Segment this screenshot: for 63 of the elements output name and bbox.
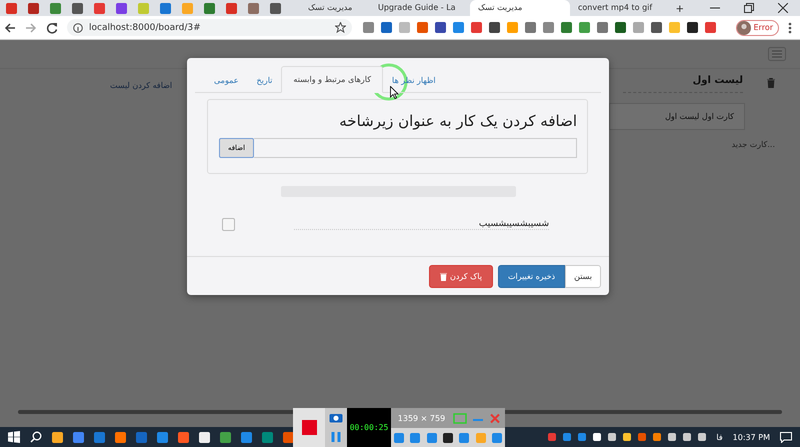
tab-favicon-icon[interactable] (6, 2, 17, 14)
browser-tab[interactable]: convert mp4 to gif (570, 0, 670, 16)
checkbox[interactable] (222, 218, 235, 231)
forward-icon[interactable] (25, 22, 37, 34)
recording-timer: 00:00:25 (347, 408, 391, 447)
back-icon[interactable] (4, 22, 16, 34)
dialog-button[interactable]: پاک کردن (428, 264, 493, 288)
dialog-button[interactable]: بستن (565, 264, 601, 288)
camera-icon[interactable] (329, 412, 343, 423)
cursor-icon (390, 86, 399, 99)
tab-favicon-icon[interactable] (72, 2, 83, 14)
tab-favicon-icon[interactable] (248, 2, 259, 14)
close-icon[interactable] (778, 3, 788, 13)
address-bar[interactable]: localhost:8000/board/3# (67, 19, 352, 36)
list-card[interactable]: کارت اول لیست اول (609, 103, 745, 130)
tab-favicon-icon[interactable] (270, 2, 281, 14)
clock[interactable]: 10:37 PM (732, 432, 770, 442)
language-indicator[interactable]: فا (716, 432, 723, 442)
app-icon[interactable] (199, 432, 210, 442)
tab-favicon-icon[interactable] (50, 2, 61, 14)
new-tab-button[interactable]: + (670, 0, 690, 16)
browser-tab[interactable]: مدیریت تسک (470, 0, 570, 16)
panel-heading: اضافه کردن یک کار به عنوان زیرشاخه (338, 112, 577, 132)
trash-icon[interactable] (767, 78, 775, 88)
notification-icon[interactable] (780, 432, 792, 442)
pause-icon[interactable] (330, 431, 342, 443)
stop-button[interactable] (293, 408, 325, 447)
tab-favicon-icon[interactable] (226, 2, 237, 14)
menu-icon[interactable] (788, 22, 792, 34)
info-icon[interactable] (73, 22, 83, 32)
tool-icon[interactable] (442, 432, 453, 442)
dialog-button[interactable]: ذخیره تغییرات (498, 264, 566, 288)
start-icon[interactable] (8, 431, 20, 443)
dialog-tab[interactable]: عمومی (205, 68, 248, 93)
reload-icon[interactable] (46, 22, 58, 34)
browser-tab[interactable]: مدیریت تسک (300, 0, 370, 16)
item-title[interactable]: شسیبشسیبشسیب (294, 219, 549, 230)
extension-icon[interactable] (615, 22, 626, 33)
restore-icon[interactable] (744, 3, 754, 13)
dialog-tab[interactable]: تاریخ (247, 68, 282, 93)
extension-icon[interactable] (489, 22, 500, 33)
extension-icon[interactable] (651, 22, 662, 33)
trash-icon (440, 272, 447, 280)
extension-icon[interactable] (435, 22, 446, 33)
capture-size: 1359 × 759 (396, 414, 446, 422)
tab-favicon-icon[interactable] (94, 2, 105, 14)
tab-favicon-icon[interactable] (204, 2, 215, 14)
browser-tab[interactable]: Upgrade Guide - La (370, 0, 470, 16)
dialog-tab[interactable]: کارهای مرتبط و وابسته (281, 66, 384, 93)
subtask-input[interactable] (254, 138, 577, 158)
app-icon[interactable] (283, 432, 294, 442)
list-title: لیست اول (622, 73, 743, 93)
tab-favicon-icon[interactable] (28, 2, 39, 14)
extension-icon[interactable] (687, 22, 698, 33)
extension-icon[interactable] (381, 22, 392, 33)
app-icon[interactable] (52, 432, 63, 442)
app-icon[interactable] (115, 432, 126, 442)
search-icon[interactable] (30, 431, 42, 443)
avatar-icon (736, 20, 750, 34)
tab-favicon-icon[interactable] (160, 2, 171, 14)
tab-favicon-icon[interactable] (116, 2, 127, 14)
star-icon[interactable] (335, 22, 346, 33)
profile-button[interactable]: Error (736, 20, 779, 36)
